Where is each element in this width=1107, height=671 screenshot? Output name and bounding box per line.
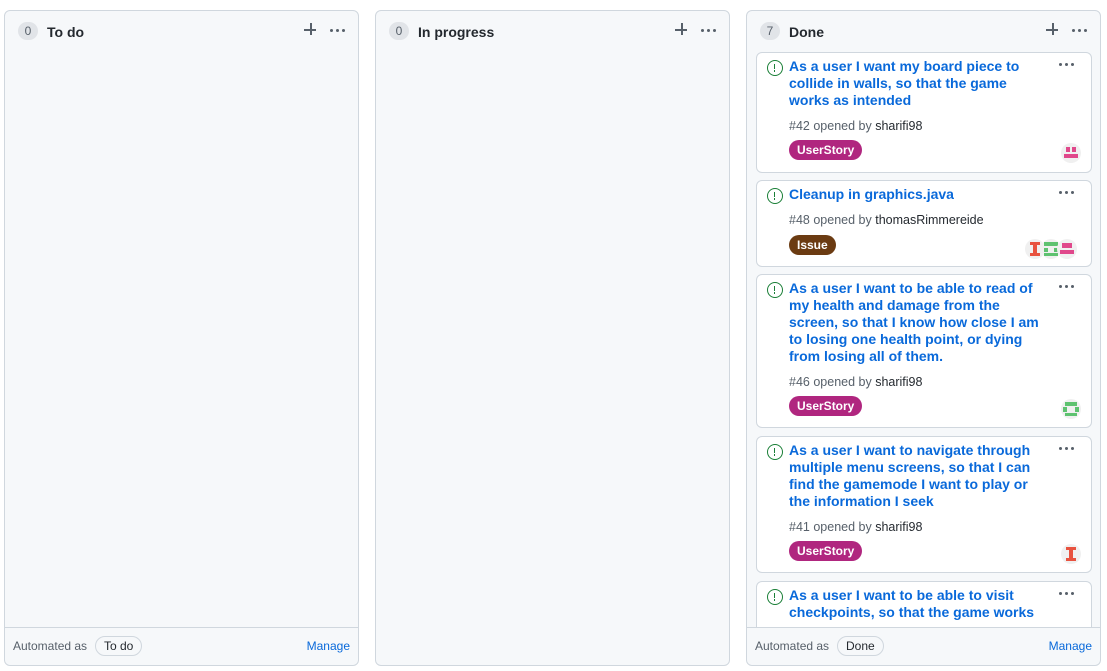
opened-by-text: opened by	[813, 213, 872, 227]
column-title: In progress	[418, 24, 495, 40]
open-issue-icon	[767, 444, 783, 460]
card-menu-icon[interactable]	[1057, 441, 1077, 457]
column-footer: Automated as Done Manage	[747, 627, 1100, 665]
issue-card[interactable]: As a user I want my board piece to colli…	[756, 52, 1092, 173]
card-menu-icon[interactable]	[1057, 279, 1077, 295]
add-card-icon[interactable]	[302, 20, 320, 40]
assignee-avatars	[1061, 143, 1081, 163]
add-card-icon[interactable]	[1044, 20, 1062, 40]
opened-by-text: opened by	[813, 520, 872, 534]
issue-title-link[interactable]: As a user I want to be able to visit che…	[789, 587, 1043, 621]
issue-meta: #42 opened by sharifi98	[789, 118, 922, 134]
open-issue-icon	[767, 188, 783, 204]
issue-card[interactable]: As a user I want to navigate through mul…	[756, 436, 1092, 573]
issue-number: #42	[789, 119, 810, 133]
issue-author-link[interactable]: sharifi98	[875, 520, 922, 534]
column-menu-icon[interactable]	[328, 20, 348, 40]
column-to-do: 0 To do Automated as To do Manage	[4, 10, 359, 666]
column-header: 7 Done	[747, 11, 1100, 51]
red-identicon-avatar[interactable]	[1061, 544, 1081, 564]
issue-number: #48	[789, 213, 810, 227]
green-identicon-avatar[interactable]	[1061, 399, 1081, 419]
issue-number: #41	[789, 520, 810, 534]
card-menu-icon[interactable]	[1057, 586, 1077, 602]
issue-meta: #41 opened by sharifi98	[789, 519, 922, 535]
assignee-avatars	[1025, 239, 1077, 259]
automation-preset-badge: Done	[837, 636, 884, 656]
open-issue-icon	[767, 589, 783, 605]
issue-number: #46	[789, 375, 810, 389]
card-menu-icon[interactable]	[1057, 185, 1077, 201]
column-footer: Automated as To do Manage	[5, 627, 358, 665]
column-in-progress: 0 In progress	[375, 10, 730, 666]
automated-as-label: Automated as	[755, 639, 830, 653]
column-title: Done	[789, 24, 824, 40]
project-board: 0 To do Automated as To do Manage 0 In p…	[0, 0, 1107, 671]
column-header: 0 To do	[5, 11, 358, 51]
issue-label[interactable]: UserStory	[789, 541, 863, 561]
issue-card[interactable]: As a user I want to be able to read of m…	[756, 274, 1092, 428]
column-card-count: 0	[18, 22, 38, 40]
open-issue-icon	[767, 282, 783, 298]
opened-by-text: opened by	[813, 375, 872, 389]
assignee-avatars	[1061, 544, 1081, 564]
pink-identicon-avatar[interactable]	[1057, 239, 1077, 259]
automated-as-label: Automated as	[13, 639, 88, 653]
column-card-count: 7	[760, 22, 780, 40]
column-done: 7 Done As a user I want my board piece t…	[746, 10, 1101, 666]
column-menu-icon[interactable]	[699, 20, 719, 40]
pink-identicon-avatar[interactable]	[1061, 143, 1081, 163]
column-title: To do	[47, 24, 85, 40]
card-menu-icon[interactable]	[1057, 57, 1077, 73]
add-card-icon[interactable]	[673, 20, 691, 40]
open-issue-icon	[767, 60, 783, 76]
opened-by-text: opened by	[813, 119, 872, 133]
issue-title-link[interactable]: Cleanup in graphics.java	[789, 186, 1043, 203]
manage-automation-link[interactable]: Manage	[1049, 637, 1092, 655]
assignee-avatars	[1061, 399, 1081, 419]
issue-title-link[interactable]: As a user I want to be able to read of m…	[789, 280, 1043, 365]
issue-meta: #48 opened by thomasRimmereide	[789, 212, 984, 228]
issue-label[interactable]: Issue	[789, 235, 836, 255]
issue-author-link[interactable]: thomasRimmereide	[875, 213, 983, 227]
issue-label[interactable]: UserStory	[789, 140, 863, 160]
column-header: 0 In progress	[376, 11, 729, 51]
issue-title-link[interactable]: As a user I want my board piece to colli…	[789, 58, 1043, 109]
issue-meta: #46 opened by sharifi98	[789, 374, 922, 390]
column-menu-icon[interactable]	[1070, 20, 1090, 40]
column-card-count: 0	[389, 22, 409, 40]
issue-author-link[interactable]: sharifi98	[875, 119, 922, 133]
issue-author-link[interactable]: sharifi98	[875, 375, 922, 389]
manage-automation-link[interactable]: Manage	[307, 637, 350, 655]
automation-preset-badge: To do	[95, 636, 143, 656]
issue-card[interactable]: Cleanup in graphics.java #48 opened by t…	[756, 180, 1092, 267]
issue-title-link[interactable]: As a user I want to navigate through mul…	[789, 442, 1043, 510]
issue-label[interactable]: UserStory	[789, 396, 863, 416]
